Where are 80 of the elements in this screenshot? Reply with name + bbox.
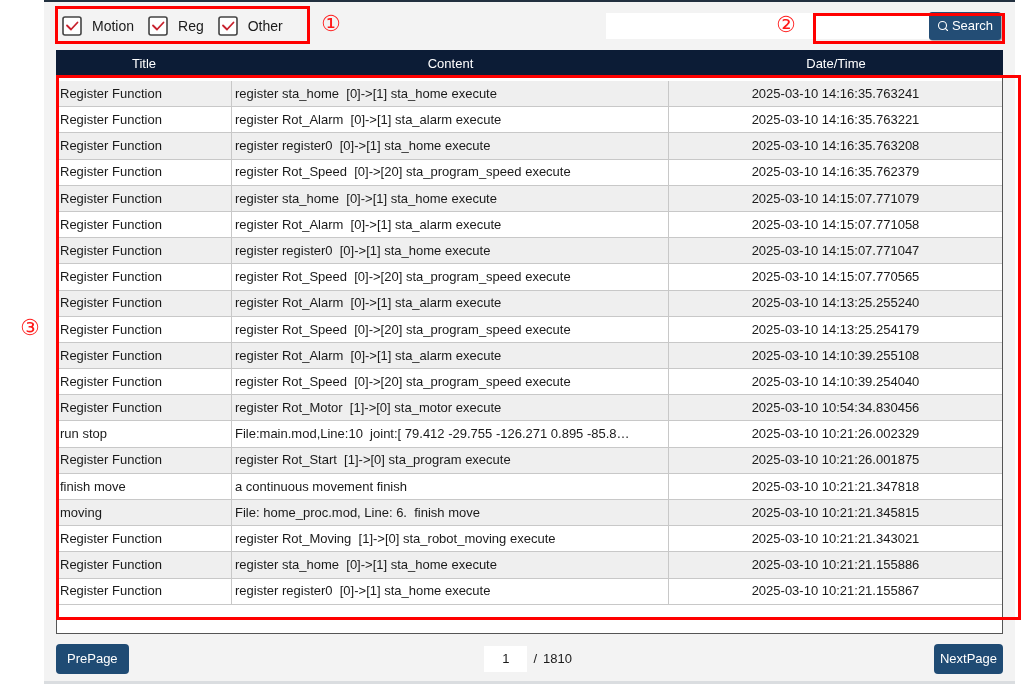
page-separator: / [533,650,538,669]
table-cell: register Rot_Start [1]->[0] sta_program execute [232,447,669,473]
table-cell: register Rot_Speed [0]->[20] sta_program_speed execute [232,159,669,185]
table-cell: register Rot_Alarm [0]->[1] sta_alarm execute [232,211,669,238]
table-cell: Register Function [57,369,232,395]
next-page-button[interactable]: NextPage [933,644,1003,674]
filter-label[interactable]: Reg [178,15,204,37]
table-cell-text: 2025-03-10 14:16:35.763208 [750,137,921,156]
table-cell: register register0 [0]->[1] sta_home execute [232,238,669,264]
table-cell-text: 2025-03-10 10:21:21.155886 [750,556,921,575]
table-cell-text: 2025-03-10 10:54:34.830456 [750,399,921,418]
table-cell-text: 2025-03-10 14:15:07.771079 [750,189,921,208]
table-cell: register sta_home [0]->[1] sta_home execute [232,81,669,107]
table-cell: Register Function [57,159,232,185]
total-pages: 1810 [543,650,572,669]
table-cell-text: 2025-03-10 14:15:07.771047 [750,241,921,260]
table-cell: Register Function [57,290,232,316]
table-cell: register Rot_Speed [0]->[20] sta_program_speed execute [232,369,669,395]
table-cell: moving [57,500,232,526]
table-cell-text: 2025-03-10 14:10:39.255108 [750,346,921,365]
table-cell: Register Function [57,211,232,238]
table-cell-text: 2025-03-10 14:13:25.255240 [750,294,921,313]
page-input[interactable]: 1 [484,646,528,672]
table-cell: a continuous movement finish [232,473,669,499]
annotation-number: ② [776,12,796,38]
table-cell: Register Function [57,316,232,342]
column-header: Date/Time [805,54,867,73]
table-cell-text: 2025-03-10 10:21:21.343021 [750,530,921,549]
table-cell-text: 2025-03-10 14:16:35.763221 [750,111,921,130]
table-cell: finish move [57,473,232,499]
table-cell: Register Function [57,185,232,211]
search-button[interactable]: Search [929,12,1001,40]
table-cell: register Rot_Alarm [0]->[1] sta_alarm execute [232,290,669,316]
table-cell: File:main.mod,Line:10 joint:[ 79.412 -29.755 -126.271 0.895 -85.8… [232,421,669,447]
table-cell-text: 2025-03-10 10:21:21.347818 [750,477,921,496]
table-cell: register Rot_Speed [0]->[20] sta_program_speed execute [232,316,669,342]
table-cell: Register Function [57,342,232,369]
table-cell-text: 2025-03-10 14:15:07.770565 [750,268,921,287]
checkbox-icon[interactable] [62,16,82,36]
table-cell: run stop [57,421,232,447]
annotation-number: ③ [20,315,40,341]
table-cell-text: 2025-03-10 10:21:26.001875 [750,451,921,470]
table-cell: Register Function [57,81,232,107]
filter-label[interactable]: Other [247,15,283,37]
table-cell: Register Function [57,395,232,421]
table-cell-text: 2025-03-10 14:16:35.762379 [750,163,921,182]
search-field[interactable] [606,13,929,39]
table-cell: register register0 [0]->[1] sta_home execute [232,133,669,159]
table-cell: register register0 [0]->[1] sta_home execute [232,578,669,604]
table-cell: register Rot_Motor [1]->[0] sta_motor execute [232,395,669,421]
table-cell-text: 2025-03-10 14:15:07.771058 [750,215,921,234]
table-cell-text: 2025-03-10 10:21:21.345815 [750,503,921,522]
table-cell: Register Function [57,107,232,133]
table-cell: Register Function [57,526,232,552]
table-cell: Register Function [57,238,232,264]
column-header: Title [130,54,158,73]
table-cell-text: 2025-03-10 14:10:39.254040 [750,372,921,391]
table-cell-text: 2025-03-10 14:13:25.254179 [750,320,921,339]
prev-page-button[interactable]: PrePage [56,644,129,674]
table-cell: File: home_proc.mod, Line: 6. finish move [232,500,669,526]
table-cell: register Rot_Alarm [0]->[1] sta_alarm execute [232,342,669,369]
checkbox-icon[interactable] [217,16,238,36]
table-cell: Register Function [57,552,232,578]
table-cell: register sta_home [0]->[1] sta_home execute [232,552,669,578]
table-cell: Register Function [57,578,232,604]
table-cell-text: 2025-03-10 10:21:21.155867 [750,582,921,601]
checkbox-icon[interactable] [148,16,169,36]
table-cell-text: 2025-03-10 14:16:35.763241 [750,84,921,103]
annotation-number: ① [321,11,341,37]
table-cell: Register Function [57,264,232,290]
table-cell-text: 2025-03-10 10:21:26.002329 [750,425,921,444]
filter-label[interactable]: Motion [92,15,135,37]
search-icon [936,20,949,32]
table-cell: Register Function [57,133,232,159]
table-cell: register Rot_Speed [0]->[20] sta_program_speed execute [232,264,669,290]
column-header: Content [426,54,475,73]
table-cell: register sta_home [0]->[1] sta_home execute [232,185,669,211]
table-cell: register Rot_Moving [1]->[0] sta_robot_moving execute [232,526,669,552]
table-cell: Register Function [57,447,232,473]
table-cell: register Rot_Alarm [0]->[1] sta_alarm execute [232,107,669,133]
